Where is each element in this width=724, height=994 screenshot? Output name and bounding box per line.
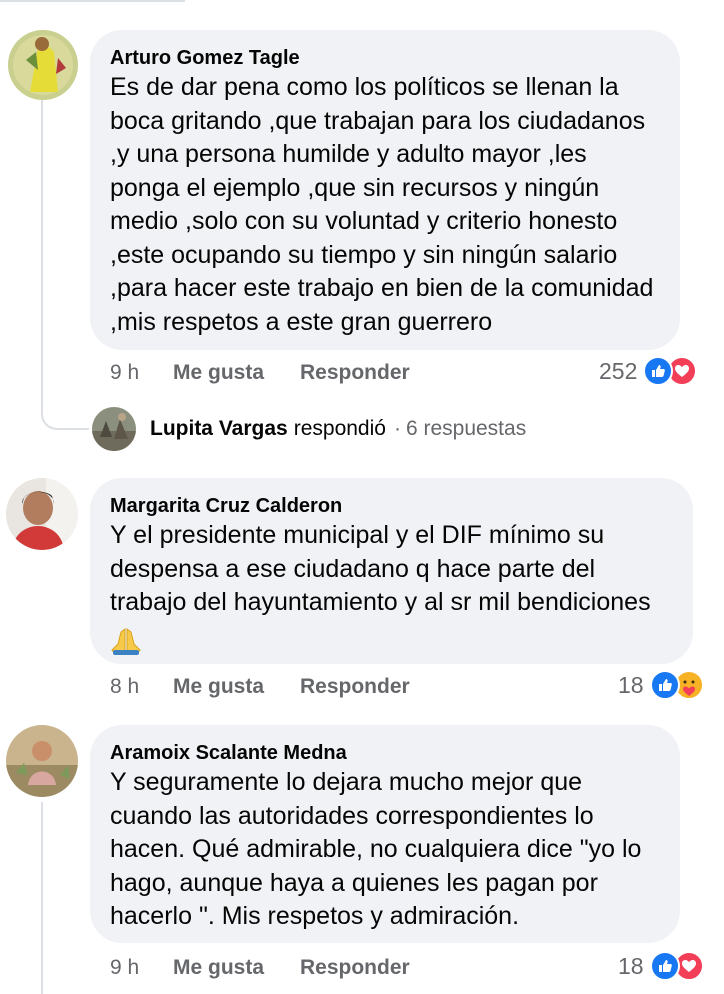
like-icon	[649, 951, 680, 981]
like-icon	[643, 356, 674, 386]
reaction-count: 252	[599, 357, 638, 384]
reaction-summary[interactable]: 18	[618, 951, 704, 981]
like-button[interactable]: Me gusta	[173, 953, 264, 983]
like-button[interactable]: Me gusta	[173, 358, 264, 388]
comment-text: Es de dar pena como los políticos se lle…	[110, 73, 654, 336]
avatar[interactable]	[8, 30, 78, 100]
comment-actions: 9 h Me gusta Responder	[110, 358, 410, 388]
comment-bubble: Margarita Cruz Calderon Y el presidente …	[90, 478, 693, 664]
comment-time[interactable]: 9 h	[110, 358, 139, 388]
like-button[interactable]: Me gusta	[173, 672, 264, 702]
comment-bubble: Arturo Gomez Tagle Es de dar pena como l…	[90, 30, 680, 350]
comment-emoji	[110, 624, 673, 661]
reaction-summary[interactable]: 252	[599, 356, 698, 386]
comment-author[interactable]: Margarita Cruz Calderon	[110, 494, 673, 518]
comment-actions: 9 h Me gusta Responder	[110, 953, 410, 983]
comment-actions: 8 h Me gusta Responder	[110, 672, 410, 702]
reply-button[interactable]: Responder	[300, 953, 410, 983]
reply-verb: respondió	[293, 417, 386, 440]
reaction-summary[interactable]: 18	[618, 670, 704, 700]
top-divider	[0, 0, 185, 2]
comment-text: Y seguramente lo dejara mucho mejor que …	[110, 768, 642, 930]
reply-count: 6 respuestas	[405, 417, 527, 440]
comment-text: Y el presidente municipal y el DIF mínim…	[110, 521, 651, 616]
view-replies-link[interactable]: Lupita Vargas respondió · 6 respuestas	[92, 406, 526, 452]
comment-bubble: Aramoix Scalante Medna Y seguramente lo …	[90, 725, 680, 943]
reply-button[interactable]: Responder	[300, 358, 410, 388]
praying-hands-icon	[110, 626, 142, 656]
separator-dot: ·	[393, 417, 401, 440]
reaction-count: 18	[618, 952, 644, 979]
avatar[interactable]	[6, 725, 78, 797]
comment-time[interactable]: 9 h	[110, 953, 139, 983]
thread-connector	[41, 380, 89, 430]
reply-author-name[interactable]: Lupita Vargas	[150, 417, 288, 441]
reply-button[interactable]: Responder	[300, 672, 410, 702]
comment-time[interactable]: 8 h	[110, 672, 139, 702]
like-icon	[649, 670, 680, 700]
comment-author[interactable]: Arturo Gomez Tagle	[110, 46, 660, 70]
avatar	[92, 407, 136, 451]
reaction-count: 18	[618, 671, 644, 698]
thread-line	[41, 92, 43, 392]
comment-author[interactable]: Aramoix Scalante Medna	[110, 741, 660, 765]
thread-line	[41, 802, 43, 994]
avatar[interactable]	[6, 478, 78, 550]
